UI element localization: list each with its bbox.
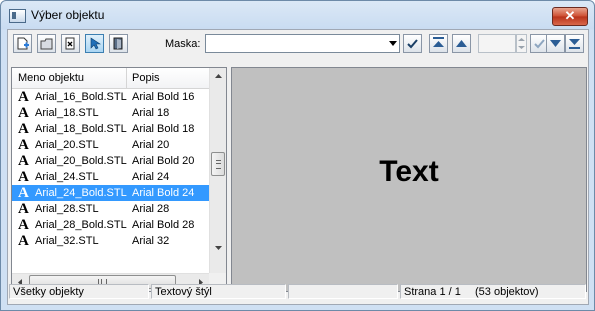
object-list[interactable]: Meno objektu Popis A Arial_16_Bold.STL Ari…: [11, 67, 227, 292]
object-description: Arial 32: [132, 235, 170, 247]
last-page-button[interactable]: [565, 34, 584, 53]
first-page-button[interactable]: [429, 34, 448, 53]
text-style-icon: A: [18, 153, 29, 169]
object-name: Arial_24.STL: [35, 171, 99, 183]
mask-label: Maska:: [165, 38, 201, 50]
object-description: Arial 24: [132, 171, 170, 183]
open-object-button[interactable]: [37, 34, 56, 53]
status-empty: [288, 284, 398, 299]
status-object-count: (53 objektov): [475, 286, 539, 298]
list-header: Meno objektu Popis: [12, 68, 209, 89]
delete-document-icon: [65, 37, 75, 50]
window-title: Výber objektu: [31, 8, 105, 22]
object-description: Arial 28: [132, 203, 170, 215]
checkmark-icon: [534, 39, 545, 49]
page-spin[interactable]: [516, 34, 527, 53]
scroll-up-icon[interactable]: [211, 69, 226, 84]
last-arrow-icon: [569, 39, 580, 49]
status-type: Textový štýl: [151, 284, 286, 299]
dialog-client: Maska: Meno objektu Popis A Arial_16_Bol…: [7, 29, 589, 305]
object-description: Arial Bold 24: [132, 187, 195, 199]
checkmark-icon: [407, 39, 418, 49]
object-name: Arial_28.STL: [35, 203, 99, 215]
folder-icon: [40, 38, 53, 50]
column-header-name[interactable]: Meno objektu: [18, 72, 84, 84]
chevron-down-icon[interactable]: [389, 41, 397, 46]
object-description: Arial Bold 20: [132, 155, 195, 167]
list-item[interactable]: A Arial_18.STL Arial 18: [12, 105, 209, 121]
text-style-icon: A: [18, 233, 29, 249]
object-name: Arial_16_Bold.STL: [35, 91, 127, 103]
text-style-icon: A: [18, 169, 29, 185]
object-name: Arial_24_Bold.STL: [35, 187, 127, 199]
first-arrow-icon: [433, 37, 444, 47]
object-name: Arial_20.STL: [35, 139, 99, 151]
vertical-scrollbar[interactable]: [209, 68, 226, 273]
down-arrow-icon: [550, 40, 561, 47]
list-item[interactable]: A Arial_24_Bold.STL Arial Bold 24: [12, 185, 209, 201]
exit-door-icon: [113, 37, 123, 50]
object-description: Arial Bold 18: [132, 123, 195, 135]
text-style-icon: A: [18, 105, 29, 121]
list-item[interactable]: A Arial_24.STL Arial 24: [12, 169, 209, 185]
dialog-window: Výber objektu ✕ Maska: Meno objektu Popi…: [0, 0, 595, 311]
object-name: Arial_32.STL: [35, 235, 99, 247]
up-arrow-icon: [456, 40, 467, 47]
object-description: Arial Bold 28: [132, 219, 195, 231]
next-page-button[interactable]: [546, 34, 565, 53]
object-description: Arial Bold 16: [132, 91, 195, 103]
cursor-arrow-icon: [90, 37, 101, 50]
close-button[interactable]: ✕: [552, 7, 588, 26]
toolbar: Maska:: [8, 30, 588, 64]
preview-text: Text: [379, 155, 439, 188]
text-style-icon: A: [18, 201, 29, 217]
delete-object-button[interactable]: [61, 34, 80, 53]
previous-page-button[interactable]: [452, 34, 471, 53]
text-style-icon: A: [18, 137, 29, 153]
list-item[interactable]: A Arial_20.STL Arial 20: [12, 137, 209, 153]
list-item[interactable]: A Arial_28_Bold.STL Arial Bold 28: [12, 217, 209, 233]
vertical-scroll-thumb[interactable]: [211, 152, 225, 176]
mask-combobox[interactable]: [205, 34, 400, 53]
title-bar[interactable]: Výber objektu ✕: [1, 1, 594, 29]
page-number-input[interactable]: [478, 34, 516, 53]
preview-pane: Text: [231, 67, 587, 292]
object-name: Arial_28_Bold.STL: [35, 219, 127, 231]
list-item[interactable]: A Arial_16_Bold.STL Arial Bold 16: [12, 89, 209, 105]
column-header-description[interactable]: Popis: [132, 72, 160, 84]
list-rows: A Arial_16_Bold.STL Arial Bold 16 A Arial_18…: [12, 89, 209, 270]
object-description: Arial 20: [132, 139, 170, 151]
list-item[interactable]: A Arial_20_Bold.STL Arial Bold 20: [12, 153, 209, 169]
text-style-icon: A: [18, 185, 29, 201]
list-item[interactable]: A Arial_32.STL Arial 32: [12, 233, 209, 249]
new-object-button[interactable]: [13, 34, 32, 53]
text-style-icon: A: [18, 121, 29, 137]
status-bar: Všetky objekty Textový štýl Strana 1 / 1…: [8, 282, 588, 302]
window-icon: [9, 9, 26, 23]
pointer-select-button[interactable]: [85, 34, 104, 53]
status-page: Strana 1 / 1 (53 objektov): [400, 284, 586, 299]
scroll-down-icon[interactable]: [211, 240, 226, 255]
object-description: Arial 18: [132, 107, 170, 119]
object-name: Arial_18_Bold.STL: [35, 123, 127, 135]
text-style-icon: A: [18, 89, 29, 105]
grip-icon: [216, 160, 221, 169]
status-filter: Všetky objekty: [9, 284, 149, 299]
object-name: Arial_20_Bold.STL: [35, 155, 127, 167]
new-document-icon: [17, 37, 29, 50]
list-item[interactable]: A Arial_18_Bold.STL Arial Bold 18: [12, 121, 209, 137]
confirm-mask-button[interactable]: [403, 34, 422, 53]
exit-button[interactable]: [109, 34, 128, 53]
list-item[interactable]: A Arial_28.STL Arial 28: [12, 201, 209, 217]
spin-arrows-icon: [518, 38, 525, 49]
status-page-number: Strana 1 / 1: [404, 286, 461, 298]
object-name: Arial_18.STL: [35, 107, 99, 119]
text-style-icon: A: [18, 217, 29, 233]
column-divider[interactable]: [126, 68, 127, 88]
